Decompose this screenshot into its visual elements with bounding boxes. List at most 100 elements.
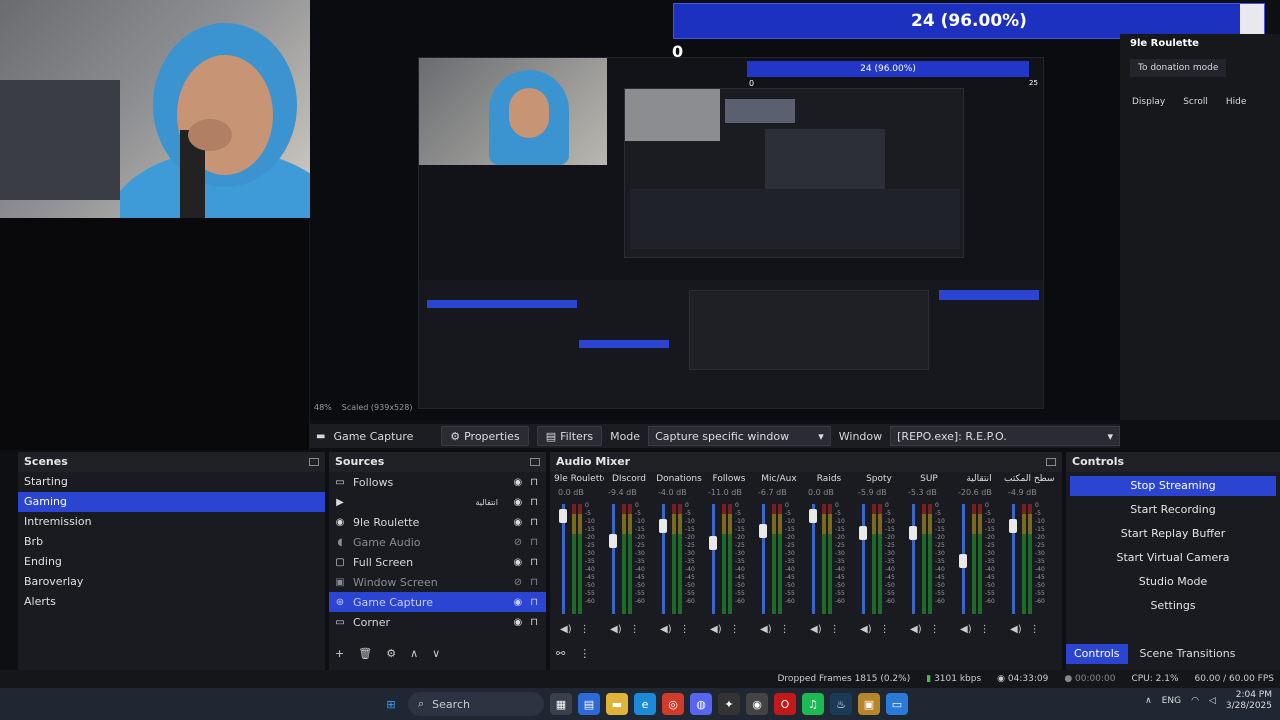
- eye-icon[interactable]: ◉: [513, 557, 522, 568]
- studio-mode-button[interactable]: Studio Mode: [1070, 572, 1276, 592]
- volume-fader[interactable]: [762, 504, 765, 614]
- speaker-icon[interactable]: ◀): [710, 624, 722, 635]
- start-virtual-camera-button[interactable]: Start Virtual Camera: [1070, 548, 1276, 568]
- fader-knob[interactable]: [559, 509, 567, 523]
- link-icon[interactable]: ⚯: [556, 647, 565, 660]
- lock-icon[interactable]: ⊓: [530, 497, 538, 508]
- fader-knob[interactable]: [809, 509, 817, 523]
- volume-fader[interactable]: [862, 504, 865, 614]
- scene-item[interactable]: Alerts: [18, 592, 325, 612]
- start-recording-button[interactable]: Start Recording: [1070, 500, 1276, 520]
- mode-dropdown[interactable]: Capture specific window ▾: [648, 426, 831, 446]
- lock-icon[interactable]: ⊓: [530, 617, 538, 628]
- tab-scene-transitions[interactable]: Scene Transitions: [1132, 644, 1244, 664]
- lock-icon[interactable]: ⊓: [530, 477, 538, 488]
- store-icon[interactable]: ▤: [578, 693, 600, 715]
- more-icon[interactable]: ⋮: [880, 624, 890, 635]
- speaker-icon[interactable]: ◀): [960, 624, 972, 635]
- properties-button[interactable]: ⚙ Properties: [441, 426, 529, 446]
- source-item[interactable]: ◉ 9le Roulette ◉ ⊓: [329, 512, 546, 532]
- popout-icon[interactable]: [1046, 458, 1056, 466]
- lock-icon[interactable]: ⊓: [530, 597, 538, 608]
- widgets-icon[interactable]: ▦: [550, 693, 572, 715]
- eye-icon[interactable]: ◉: [513, 477, 522, 488]
- wifi-icon[interactable]: ◠: [1191, 696, 1199, 706]
- display-button[interactable]: Display: [1132, 97, 1165, 107]
- to-donation-mode-button[interactable]: To donation mode: [1130, 59, 1227, 77]
- more-icon[interactable]: ⋮: [579, 647, 590, 660]
- stop-streaming-button[interactable]: Stop Streaming: [1070, 476, 1276, 496]
- more-icon[interactable]: ⋮: [830, 624, 840, 635]
- scene-item[interactable]: Brb: [18, 532, 325, 552]
- game-icon[interactable]: ▣: [858, 693, 880, 715]
- more-icon[interactable]: ⋮: [680, 624, 690, 635]
- speaker-icon[interactable]: ◀): [660, 624, 672, 635]
- source-item[interactable]: ▢ Full Screen ◉ ⊓: [329, 552, 546, 572]
- more-icon[interactable]: ⋮: [930, 624, 940, 635]
- hide-button[interactable]: Hide: [1226, 97, 1247, 107]
- scene-item[interactable]: Gaming: [18, 492, 325, 512]
- chrome-icon[interactable]: ◎: [662, 693, 684, 715]
- source-item[interactable]: ▣ Window Screen ⊘ ⊓: [329, 572, 546, 592]
- trash-icon[interactable]: 🗑: [358, 647, 372, 660]
- clock[interactable]: 2:04 PM 3/28/2025: [1226, 690, 1272, 712]
- fader-knob[interactable]: [1009, 519, 1017, 533]
- move-down-icon[interactable]: ∨: [432, 647, 440, 660]
- start-replay-buffer-button[interactable]: Start Replay Buffer: [1070, 524, 1276, 544]
- speaker-icon[interactable]: ◀): [860, 624, 872, 635]
- fader-knob[interactable]: [909, 526, 917, 540]
- settings-button[interactable]: Settings: [1070, 596, 1276, 616]
- eye-hidden-icon[interactable]: ⊘: [514, 577, 522, 588]
- speaker-icon[interactable]: ◀): [910, 624, 922, 635]
- eye-hidden-icon[interactable]: ⊘: [514, 537, 522, 548]
- windows-start-icon[interactable]: ⊞: [380, 693, 402, 715]
- lock-icon[interactable]: ⊓: [530, 557, 538, 568]
- speaker-icon[interactable]: ◀): [1010, 624, 1022, 635]
- eye-icon[interactable]: ◉: [513, 597, 522, 608]
- window-dropdown[interactable]: [REPO.exe]: R.E.P.O. ▾: [890, 426, 1120, 446]
- source-item[interactable]: ⊛ Game Capture ◉ ⊓: [329, 592, 546, 612]
- eye-icon[interactable]: ◉: [513, 497, 522, 508]
- steam-icon[interactable]: ♨: [830, 693, 852, 715]
- eye-icon[interactable]: ◉: [513, 617, 522, 628]
- scene-item[interactable]: Intremission: [18, 512, 325, 532]
- tab-controls[interactable]: Controls: [1066, 644, 1128, 664]
- discord-icon[interactable]: ◍: [690, 693, 712, 715]
- more-icon[interactable]: ⋮: [630, 624, 640, 635]
- speaker-icon[interactable]: ◀): [760, 624, 772, 635]
- eye-icon[interactable]: ◉: [513, 517, 522, 528]
- spotify-icon[interactable]: ♫: [802, 693, 824, 715]
- lock-icon[interactable]: ⊓: [530, 537, 538, 548]
- fader-knob[interactable]: [859, 526, 867, 540]
- app-icon[interactable]: ✦: [718, 693, 740, 715]
- popout-icon[interactable]: [530, 458, 540, 466]
- opera-icon[interactable]: O: [774, 693, 796, 715]
- fader-knob[interactable]: [759, 524, 767, 538]
- fader-knob[interactable]: [609, 534, 617, 548]
- volume-fader[interactable]: [912, 504, 915, 614]
- scroll-button[interactable]: Scroll: [1183, 97, 1208, 107]
- popout-icon[interactable]: [309, 458, 319, 466]
- more-icon[interactable]: ⋮: [980, 624, 990, 635]
- scene-item[interactable]: Baroverlay: [18, 572, 325, 592]
- volume-fader[interactable]: [612, 504, 615, 614]
- fader-knob[interactable]: [959, 554, 967, 568]
- scene-item[interactable]: Starting: [18, 472, 325, 492]
- filters-button[interactable]: ▤ Filters: [536, 426, 603, 446]
- add-icon[interactable]: +: [335, 647, 344, 660]
- lock-icon[interactable]: ⊓: [530, 577, 538, 588]
- folder-icon[interactable]: ▬: [606, 693, 628, 715]
- more-icon[interactable]: ⋮: [1030, 624, 1040, 635]
- more-icon[interactable]: ⋮: [580, 624, 590, 635]
- speaker-icon[interactable]: ◀): [610, 624, 622, 635]
- source-item[interactable]: ▭ Follows ◉ ⊓: [329, 472, 546, 492]
- gear-icon[interactable]: ⚙: [386, 647, 396, 660]
- obs-icon[interactable]: ◉: [746, 693, 768, 715]
- more-icon[interactable]: ⋮: [730, 624, 740, 635]
- volume-icon[interactable]: ◁: [1209, 696, 1216, 706]
- speaker-icon[interactable]: ◀): [560, 624, 572, 635]
- more-icon[interactable]: ⋮: [780, 624, 790, 635]
- volume-fader[interactable]: [712, 504, 715, 614]
- source-item[interactable]: ◖ Game Audio ⊘ ⊓: [329, 532, 546, 552]
- fader-knob[interactable]: [659, 519, 667, 533]
